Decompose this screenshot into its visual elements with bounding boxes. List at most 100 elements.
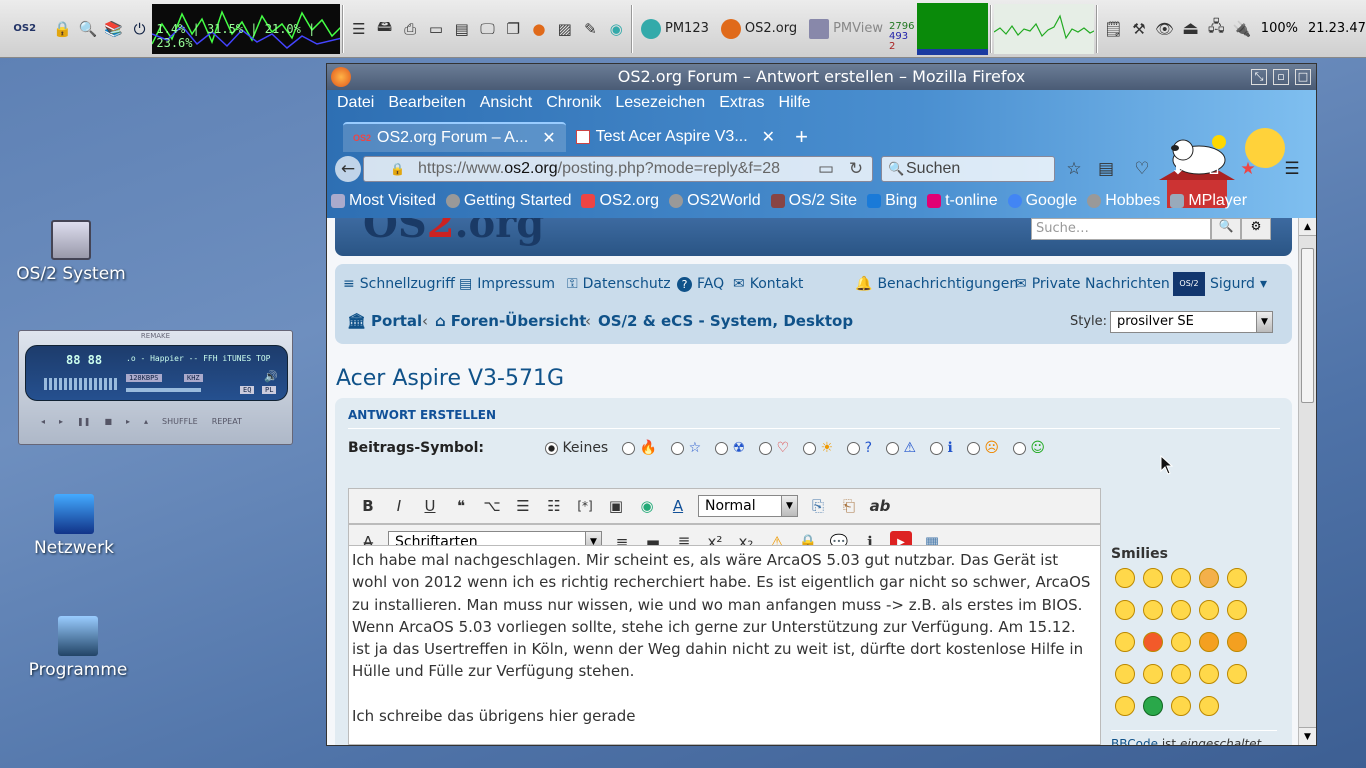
hamburger-menu-icon[interactable]: ☰ [1279,156,1305,182]
breadcrumb-foren[interactable]: ⌂ Foren-Übersicht [435,312,586,330]
image-icon[interactable]: ▨ [555,19,575,39]
post-icon-sun[interactable]: ☀ [803,440,833,456]
font-color-button[interactable]: A [667,495,689,517]
menu-ansicht[interactable]: Ansicht [480,94,532,112]
addon-icon[interactable]: ★ [1235,156,1261,182]
code-button[interactable]: ⌥ [481,495,503,517]
reader-view-icon[interactable]: ▭ [813,156,839,182]
play-icon[interactable]: ▸ [59,417,63,426]
smiley-icon[interactable] [1227,568,1247,588]
next-icon[interactable]: ▸ [126,417,130,426]
user-menu[interactable]: OS/2 Sigurd ▾ [1173,272,1267,296]
smiley-icon[interactable] [1171,600,1191,620]
radio-none[interactable] [545,441,558,455]
post-icon-heart[interactable]: ♡ [759,440,789,456]
quicklink-kontakt[interactable]: ✉ Kontakt [733,276,803,292]
battery-plug-icon[interactable]: 🔌 [1232,19,1252,39]
maximize-button[interactable]: □ [1295,69,1311,85]
bookmark-hobbes[interactable]: Hobbes [1087,192,1160,210]
lock-icon[interactable]: 🔒 [52,19,72,39]
reload-icon[interactable]: ↻ [843,156,869,182]
notifications-link[interactable]: 🔔 Benachrichtigungen [855,276,1018,292]
smiley-icon[interactable] [1199,600,1219,620]
message-textarea[interactable]: Ich habe mal nachgeschlagen. Mir scheint… [348,545,1101,745]
drive-icon[interactable]: 🖴 [375,17,395,39]
remove-format-button[interactable]: ab [869,495,891,517]
quicklink-datenschutz[interactable]: ⚿ Datenschutz [567,276,671,292]
scroll-up-button[interactable]: ▲ [1299,218,1316,236]
bookmark-google[interactable]: Google [1007,192,1077,210]
shuffle-button[interactable]: SHUFFLE [162,417,198,426]
copy-button[interactable]: ⎘ [807,495,829,517]
post-icon-warning[interactable]: ⚠ [886,440,916,456]
close-tab-icon[interactable]: ✕ [762,127,775,147]
home-icon[interactable]: ⌂ [1201,156,1227,182]
window-titlebar[interactable]: OS2.org Forum – Antwort erstellen – Mozi… [327,64,1316,90]
bookmark-os2world[interactable]: OS2World [669,192,761,210]
style-select[interactable]: prosilver SE ▼ [1110,311,1273,333]
bookmark-bing[interactable]: Bing [867,192,917,210]
list-item-button[interactable]: [*] [574,495,596,517]
player-eq-button[interactable]: EQ [240,386,255,394]
monitor-icon[interactable]: 🖵 [478,19,498,39]
repeat-button[interactable]: REPEAT [212,417,242,426]
smiley-icon[interactable] [1171,696,1191,716]
smiley-icon[interactable] [1143,632,1163,652]
notepad-icon[interactable]: 🗒 [1103,19,1123,39]
player-pl-button[interactable]: PL [262,386,277,394]
italic-button[interactable]: I [388,495,410,517]
post-icon-happy[interactable]: ☺ [1012,440,1045,456]
menu-lesezeichen[interactable]: Lesezeichen [615,94,705,112]
forum-search-input[interactable]: Suche… [1031,218,1211,240]
smiley-icon[interactable] [1171,632,1191,652]
pm123-icon[interactable]: ◉ [606,19,626,39]
folder-icon[interactable]: ▤ [452,19,472,39]
eject-small-icon[interactable]: ▴ [144,417,148,426]
bookmark-os2-site[interactable]: OS/2 Site [770,192,857,210]
post-icon-none-option[interactable]: Keines [545,440,608,456]
task-pm123[interactable]: PM123 [635,9,715,49]
post-icon-question[interactable]: ? [847,440,872,456]
bookmark-getting-started[interactable]: Getting Started [445,192,571,210]
search-icon[interactable]: 🔍 [78,19,98,39]
search-bar[interactable]: 🔍 Suchen [881,156,1055,182]
smiley-icon[interactable] [1199,632,1219,652]
smiley-icon[interactable] [1227,664,1247,684]
restore-button[interactable]: ▫ [1273,69,1289,85]
smiley-icon[interactable] [1115,632,1135,652]
desktop-icon-os2-system[interactable]: OS/2 System [16,220,126,284]
bbcode-link[interactable]: BBCode [1111,737,1158,745]
scroll-down-button[interactable]: ▼ [1299,727,1316,745]
page-scrollbar[interactable]: ▲ ▼ [1298,218,1316,745]
font-size-select[interactable]: Normal ▼ [698,495,798,517]
numbered-list-button[interactable]: ☷ [543,495,565,517]
minimize-button[interactable]: ⤡ [1251,69,1267,85]
bookmark-os2org[interactable]: OS2.org [581,192,659,210]
menu-extras[interactable]: Extras [719,94,764,112]
image-button[interactable]: ▣ [605,495,627,517]
printer-icon[interactable]: ⎙ [400,19,420,39]
private-messages-link[interactable]: ✉ Private Nachrichten [1015,276,1170,292]
pen-icon[interactable]: ✎ [581,19,601,39]
books-icon[interactable]: 📚 [104,19,124,39]
smiley-icon[interactable] [1143,696,1163,716]
bookmark-t-online[interactable]: t-online [927,192,998,210]
post-icon-radioactive[interactable]: ☢ [715,440,745,456]
os2-logo-icon[interactable]: OS2 [3,19,46,39]
window-icon[interactable]: ▭ [426,19,446,39]
smiley-icon[interactable] [1115,696,1135,716]
eye-icon[interactable]: 👁 [1155,19,1175,39]
post-icon-sad[interactable]: ☹ [966,440,999,456]
menu-datei[interactable]: Datei [337,94,374,112]
forum-search-button[interactable]: 🔍 [1211,218,1241,240]
pause-icon[interactable]: ❚❚ [77,417,90,426]
scroll-thumb[interactable] [1301,248,1314,403]
pocket-icon[interactable]: ♡ [1129,156,1155,182]
eject-icon[interactable]: ⏏ [1181,18,1201,39]
underline-button[interactable]: U [419,495,441,517]
player-seek-bar[interactable] [126,388,201,392]
post-icon-star[interactable]: ☆ [671,440,701,456]
menu-bearbeiten[interactable]: Bearbeiten [388,94,465,112]
tab-test-acer[interactable]: Test Acer Aspire V3... ✕ [566,122,785,152]
bookmark-most-visited[interactable]: Most Visited [331,192,436,210]
